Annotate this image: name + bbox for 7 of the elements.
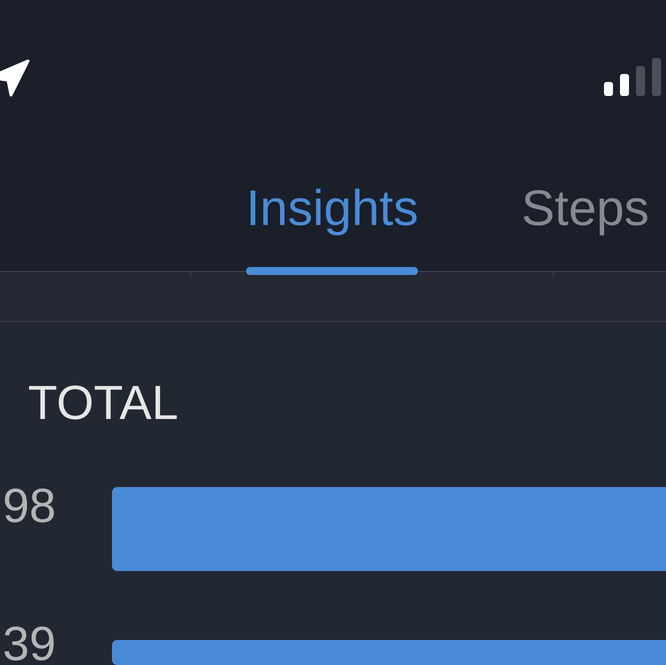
signal-icon (604, 58, 662, 96)
row-label: 98 (2, 486, 56, 527)
section-title: TOTAL (27, 376, 180, 432)
row-label: 39 (2, 624, 56, 665)
tab[interactable]: Steps (521, 183, 650, 233)
location-arrow-icon (0, 58, 30, 98)
tab[interactable]: Insights (246, 183, 418, 275)
